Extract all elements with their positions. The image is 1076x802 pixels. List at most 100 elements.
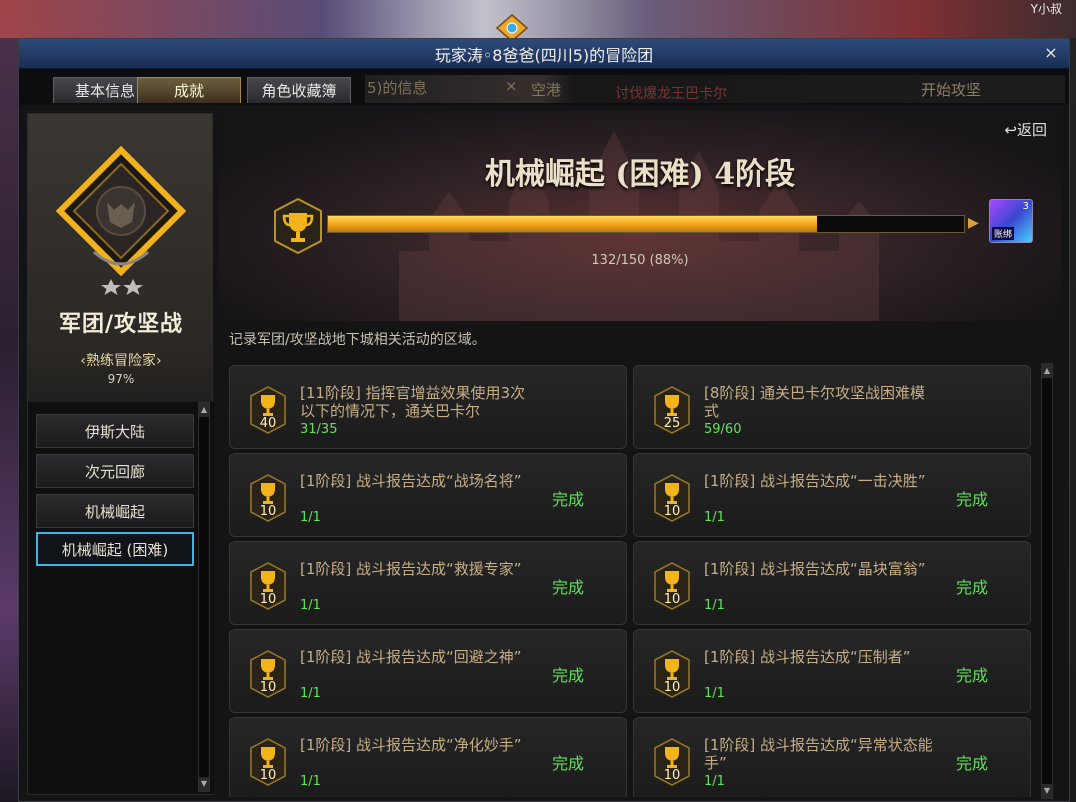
- achievement-status: 完成: [956, 754, 989, 773]
- nav-item-dimension-corridor[interactable]: 次元回廊: [36, 454, 194, 488]
- achievement-progress: 1/1: [704, 774, 725, 789]
- adventure-team-window: 玩家涛◦8爸爸(四川5)的冒险团 × 5)的信息 × 空港 讨伐爆龙王巴卡尔 开…: [18, 38, 1070, 802]
- achievement-description: [1阶段] 战斗报告达成“晶块富翁”: [704, 560, 926, 578]
- achievement-status: 完成: [956, 666, 989, 685]
- category-title: 军团/攻坚战: [58, 311, 184, 337]
- scroll-up-arrow-icon[interactable]: ▲: [1042, 364, 1052, 378]
- achievement-points: 40: [259, 416, 277, 431]
- achievement-description: [11阶段] 指挥官增益效果使用3次以下的情况下，通关巴卡尔: [300, 384, 526, 420]
- window-title: 玩家涛◦8爸爸(四川5)的冒险团: [434, 45, 654, 65]
- achievement-description: [8阶段] 通关巴卡尔攻坚战困难模式: [704, 384, 926, 420]
- achievement-status: 完成: [552, 666, 585, 685]
- scroll-up-arrow-icon[interactable]: ▲: [199, 403, 209, 417]
- nav-item-machine-revolt-hard[interactable]: 机械崛起 (困难): [36, 532, 194, 566]
- achievement-card[interactable]: 10 [1阶段] 战斗报告达成“救援专家” 1/1 完成: [229, 541, 627, 625]
- achievement-description: [1阶段] 战斗报告达成“战场名将”: [300, 472, 522, 490]
- game-world-left-edge: [0, 38, 18, 802]
- achievement-card[interactable]: 10 [1阶段] 战斗报告达成“一击决胜” 1/1 完成: [633, 453, 1031, 537]
- achievement-card[interactable]: 25 [8阶段] 通关巴卡尔攻坚战困难模式 59/60: [633, 365, 1031, 449]
- stage-progress-bar: [327, 215, 965, 233]
- achievement-card[interactable]: 10 [1阶段] 战斗报告达成“异常状态能手” 1/1 完成: [633, 717, 1031, 797]
- achievement-points: 25: [663, 416, 681, 431]
- achievement-status: 完成: [552, 490, 585, 509]
- achievement-card[interactable]: 10 [1阶段] 战斗报告达成“晶块富翁” 1/1 完成: [633, 541, 1031, 625]
- stage-progress-fill: [328, 216, 818, 232]
- achievement-card[interactable]: 10 [1阶段] 战斗报告达成“回避之神” 1/1 完成: [229, 629, 627, 713]
- progress-arrow-icon: ▶: [968, 215, 979, 231]
- achievement-progress: 1/1: [300, 598, 321, 613]
- achievement-progress: 1/1: [704, 598, 725, 613]
- stage-header-art: ↩返回 机械崛起 (困难) 4阶段 ▶ 3 账绑 132/150 (88%): [219, 111, 1061, 321]
- achievement-points: 10: [663, 504, 681, 519]
- achievement-grid: 40 [11阶段] 指挥官增益效果使用3次以下的情况下，通关巴卡尔 31/35 25 […: [229, 357, 1037, 797]
- background-window-text: 5)的信息: [367, 79, 428, 97]
- achievement-status: 完成: [956, 578, 989, 597]
- achievement-description: [1阶段] 战斗报告达成“一击决胜”: [704, 472, 926, 490]
- back-button[interactable]: ↩返回: [1004, 119, 1047, 140]
- reward-bound-tag: 账绑: [992, 227, 1015, 240]
- tab-label: 基本信息: [74, 82, 135, 100]
- achievement-description: [1阶段] 战斗报告达成“压制者”: [704, 648, 911, 666]
- category-emblem-icon: [56, 146, 186, 276]
- achievement-status: 完成: [552, 578, 585, 597]
- achievement-description: [1阶段] 战斗报告达成“救援专家”: [300, 560, 522, 578]
- achievement-points: 10: [663, 680, 681, 695]
- rank-percent: 97%: [107, 372, 135, 386]
- achievement-card[interactable]: 40 [11阶段] 指挥官增益效果使用3次以下的情况下，通关巴卡尔 31/35: [229, 365, 627, 449]
- achievement-scrollbar[interactable]: ▲ ▼: [1041, 363, 1053, 799]
- achievement-progress: 1/1: [300, 510, 321, 525]
- achievement-description: [1阶段] 战斗报告达成“异常状态能手”: [704, 736, 933, 772]
- achievement-progress: 1/1: [704, 510, 725, 525]
- nav-scrollbar[interactable]: ▲ ▼: [198, 402, 210, 792]
- rank-label: ‹熟练冒险家›: [80, 353, 162, 369]
- tab-achievements[interactable]: 成就: [137, 77, 241, 103]
- tab-character-collection[interactable]: 角色收藏簿: [247, 77, 351, 103]
- dungeon-nav-list: 伊斯大陆 次元回廊 机械崛起 机械崛起 (困难) ▲ ▼: [28, 402, 214, 794]
- tab-bar: 5)的信息 × 空港 讨伐爆龙王巴卡尔 开始攻坚 基本信息 成就 角色收藏簿: [19, 69, 1069, 105]
- achievement-description: [1阶段] 战斗报告达成“净化妙手”: [300, 736, 522, 754]
- window-titlebar[interactable]: 玩家涛◦8爸爸(四川5)的冒险团 ×: [19, 39, 1069, 69]
- scroll-down-arrow-icon[interactable]: ▼: [1042, 784, 1052, 798]
- achievement-status: 完成: [552, 754, 585, 773]
- trophy-icon: [274, 197, 322, 255]
- nav-item-label: 次元回廊: [84, 462, 145, 481]
- achievement-points: 10: [259, 768, 277, 783]
- rank-stars-icon: [101, 279, 143, 295]
- achievement-progress: 59/60: [704, 422, 742, 437]
- background-window-text: 空港: [531, 81, 562, 99]
- achievement-progress: 1/1: [300, 686, 321, 701]
- achievement-points: 10: [259, 504, 277, 519]
- background-button-text: 开始攻坚: [921, 81, 982, 99]
- achievement-status: 完成: [956, 490, 989, 509]
- category-description: 记录军团/攻坚战地下城相关活动的区域。: [229, 332, 486, 348]
- achievement-card[interactable]: 10 [1阶段] 战斗报告达成“战场名将” 1/1 完成: [229, 453, 627, 537]
- stage-title: 机械崛起 (困难) 4阶段: [484, 157, 796, 192]
- reward-quantity: 3: [1022, 201, 1029, 212]
- achievement-card[interactable]: 10 [1阶段] 战斗报告达成“压制者” 1/1 完成: [633, 629, 1031, 713]
- scroll-down-arrow-icon[interactable]: ▼: [199, 777, 209, 791]
- nav-item-label: 机械崛起 (困难): [61, 540, 169, 559]
- game-world-top-strip: [0, 0, 1076, 38]
- background-window-close-icon: ×: [505, 77, 518, 95]
- achievement-progress: 1/1: [300, 774, 321, 789]
- nav-item-isles-continent[interactable]: 伊斯大陆: [36, 414, 194, 448]
- achievement-points: 10: [663, 768, 681, 783]
- achievement-description: [1阶段] 战斗报告达成“回避之神”: [300, 648, 522, 666]
- achievement-card[interactable]: 10 [1阶段] 战斗报告达成“净化妙手” 1/1 完成: [229, 717, 627, 797]
- background-quest-text: 讨伐爆龙王巴卡尔: [615, 86, 727, 102]
- tab-label: 成就: [173, 82, 204, 100]
- tab-label: 角色收藏簿: [261, 82, 337, 100]
- achievement-points: 10: [259, 680, 277, 695]
- close-button[interactable]: ×: [1041, 43, 1061, 63]
- nav-item-label: 伊斯大陆: [84, 422, 145, 441]
- achievement-detail-panel: ↩返回 机械崛起 (困难) 4阶段 ▶ 3 账绑 132/150 (88%) 记…: [219, 111, 1061, 799]
- achievement-points: 10: [663, 592, 681, 607]
- achievement-points: 10: [259, 592, 277, 607]
- category-panel: 军团/攻坚战 ‹熟练冒险家› 97% 伊斯大陆 次元回廊 机械崛起 机械崛起 (…: [27, 113, 214, 795]
- achievement-progress: 1/1: [704, 686, 725, 701]
- nav-item-label: 机械崛起: [84, 502, 145, 521]
- stage-progress-text: 132/150 (88%): [591, 253, 689, 268]
- nav-item-machine-revolt[interactable]: 机械崛起: [36, 494, 194, 528]
- achievement-progress: 31/35: [300, 422, 338, 437]
- stage-reward-item[interactable]: 3 账绑: [989, 199, 1033, 243]
